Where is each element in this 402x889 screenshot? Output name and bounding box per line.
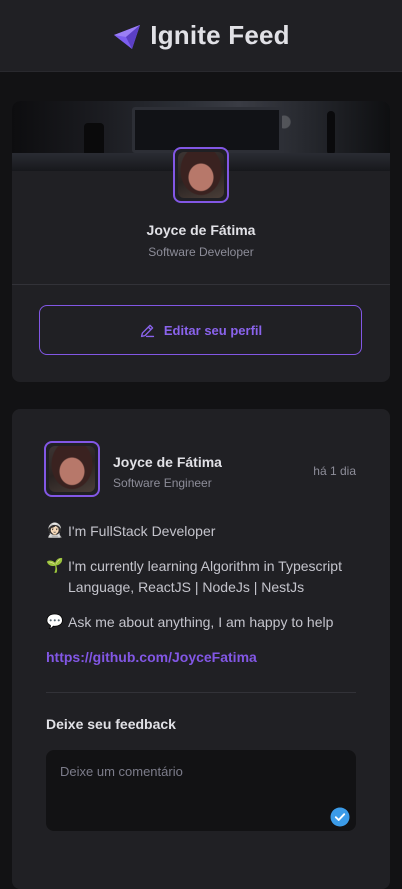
speech-bubble-emoji-icon: 💬	[46, 614, 64, 630]
github-link[interactable]: https://github.com/JoyceFatima	[46, 647, 366, 668]
check-icon	[330, 807, 350, 827]
post-line: 💬 Ask me about anything, I am happy to h…	[46, 612, 366, 633]
edit-profile-label: Editar seu perfil	[163, 322, 263, 338]
edit-profile-button[interactable]: Editar seu perfil	[39, 305, 362, 355]
post-line-text: I'm currently learning Algorithm in Type…	[68, 558, 342, 595]
post-line-text: I'm FullStack Developer	[68, 523, 216, 539]
astronaut-emoji-icon: 👩🏻‍🚀	[46, 523, 64, 539]
comment-input[interactable]	[46, 750, 356, 831]
post-author-name: Joyce de Fátima	[113, 454, 222, 470]
pencil-icon	[140, 324, 155, 337]
profile-divider	[12, 284, 390, 285]
post-divider	[46, 692, 356, 693]
post-card: Joyce de Fátima Software Engineer há 1 d…	[12, 409, 390, 889]
profile-role: Software Developer	[148, 245, 254, 259]
post-line: 👩🏻‍🚀 I'm FullStack Developer	[46, 521, 366, 542]
post-line: 🌱 I'm currently learning Algorithm in Ty…	[46, 556, 366, 598]
feedback-title: Deixe seu feedback	[46, 716, 176, 732]
app-title: Ignite Feed	[150, 20, 290, 50]
post-content: 👩🏻‍🚀 I'm FullStack Developer 🌱 I'm curre…	[46, 521, 366, 668]
ignite-logo-icon	[114, 24, 141, 49]
post-line-text: Ask me about anything, I am happy to hel…	[68, 614, 334, 630]
avatar[interactable]	[173, 147, 229, 203]
app-header: Ignite Feed	[0, 0, 402, 72]
post-author-role: Software Engineer	[113, 476, 212, 490]
avatar[interactable]	[44, 441, 100, 497]
seedling-emoji-icon: 🌱	[46, 558, 64, 574]
profile-card: Joyce de Fátima Software Developer Edita…	[12, 101, 390, 382]
post-time[interactable]: há 1 dia	[313, 464, 356, 478]
profile-name: Joyce de Fátima	[146, 222, 256, 238]
